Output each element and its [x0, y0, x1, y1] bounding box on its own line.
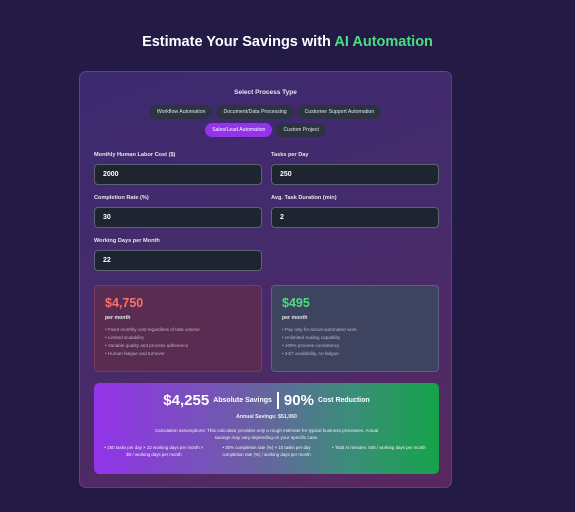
headline-divider	[276, 392, 279, 409]
page-title-accent: AI Automation	[334, 34, 433, 50]
process-chip-customer-support[interactable]: Customer Support Automation	[297, 105, 382, 119]
list-item: • Human fatigue and turnover	[105, 351, 165, 356]
list-item: • 100% process consistency	[282, 343, 340, 348]
list-item: • Variable quality and process adherence	[105, 343, 189, 348]
process-chip-document[interactable]: Document/Data Processing	[216, 105, 294, 119]
list-item: • Fixed monthly cost regardless of task …	[105, 327, 200, 332]
process-type-row-2: Sales/Lead Automation Custom Project	[80, 123, 451, 137]
completion-rate-label: Completion Rate (%)	[94, 195, 149, 201]
page-title: Estimate Your Savings with AI Automation	[0, 34, 575, 50]
assumption-item: • 250 tasks per day × 22 working days pe…	[104, 445, 204, 457]
cost-reduction-value: 90%	[283, 392, 314, 409]
assumptions-note: Calculation assumptions: This calculator…	[154, 428, 379, 440]
ai-cost-bullets: • Pay only for actual automated work • U…	[282, 326, 428, 358]
tasks-per-day-input[interactable]	[271, 164, 439, 185]
ai-cost-card: $495 per month • Pay only for actual aut…	[271, 285, 439, 372]
process-type-label: Select Process Type	[234, 89, 297, 96]
tasks-per-day-label: Tasks per Day	[271, 152, 309, 158]
working-days-label: Working Days per Month	[94, 238, 160, 244]
completion-rate-input[interactable]	[94, 207, 262, 228]
completion-rate-field: Completion Rate (%)	[94, 195, 262, 228]
tasks-per-day-field: Tasks per Day	[271, 152, 439, 185]
working-days-field: Working Days per Month	[94, 238, 262, 271]
labor-cost-label: Monthly Human Labor Cost ($)	[94, 152, 176, 158]
assumption-item: • 30% completion rate (%) × 10 tasks per…	[222, 445, 311, 457]
ai-cost-amount: $495	[282, 296, 310, 310]
human-cost-bullets: • Fixed monthly cost regardless of task …	[105, 326, 251, 358]
list-item: • 24/7 availability, no fatigue	[282, 351, 339, 356]
labor-cost-input[interactable]	[94, 164, 262, 185]
list-item: • Unlimited scaling capability	[282, 335, 341, 340]
cost-reduction-label: Cost Reduction	[317, 397, 370, 404]
annual-savings: Annual Savings: $51,060	[236, 414, 297, 420]
labor-cost-field: Monthly Human Labor Cost ($)	[94, 152, 262, 185]
savings-summary: $4,255 Absolute Savings 90% Cost Reducti…	[94, 383, 439, 474]
list-item: • Pay only for actual automated work	[282, 327, 357, 332]
task-duration-field: Avg. Task Duration (min)	[271, 195, 439, 228]
process-chip-workflow[interactable]: Workflow Automation	[149, 105, 213, 119]
savings-headline: $4,255 Absolute Savings 90% Cost Reducti…	[94, 392, 439, 409]
page-title-prefix: Estimate Your Savings with	[142, 34, 335, 50]
task-duration-input[interactable]	[271, 207, 439, 228]
ai-cost-period: per month	[282, 315, 308, 321]
human-cost-card: $4,750 per month • Fixed monthly cost re…	[94, 285, 262, 372]
working-days-input[interactable]	[94, 250, 262, 271]
assumption-item: • Total AI minutes: 500 / working days p…	[332, 445, 426, 450]
process-chip-custom[interactable]: Custom Project	[276, 123, 326, 137]
assumptions-list: • 250 tasks per day × 22 working days pe…	[102, 444, 431, 458]
process-chip-sales-lead[interactable]: Sales/Lead Automation	[205, 123, 273, 137]
task-duration-label: Avg. Task Duration (min)	[271, 195, 337, 201]
absolute-savings-value: $4,255	[163, 392, 210, 409]
list-item: • Limited scalability	[105, 335, 144, 340]
absolute-savings-label: Absolute Savings	[213, 397, 272, 404]
calculator-card: Select Process Type Workflow Automation …	[79, 71, 452, 488]
human-cost-period: per month	[105, 315, 131, 321]
human-cost-amount: $4,750	[105, 296, 144, 310]
process-type-row-1: Workflow Automation Document/Data Proces…	[80, 105, 451, 119]
